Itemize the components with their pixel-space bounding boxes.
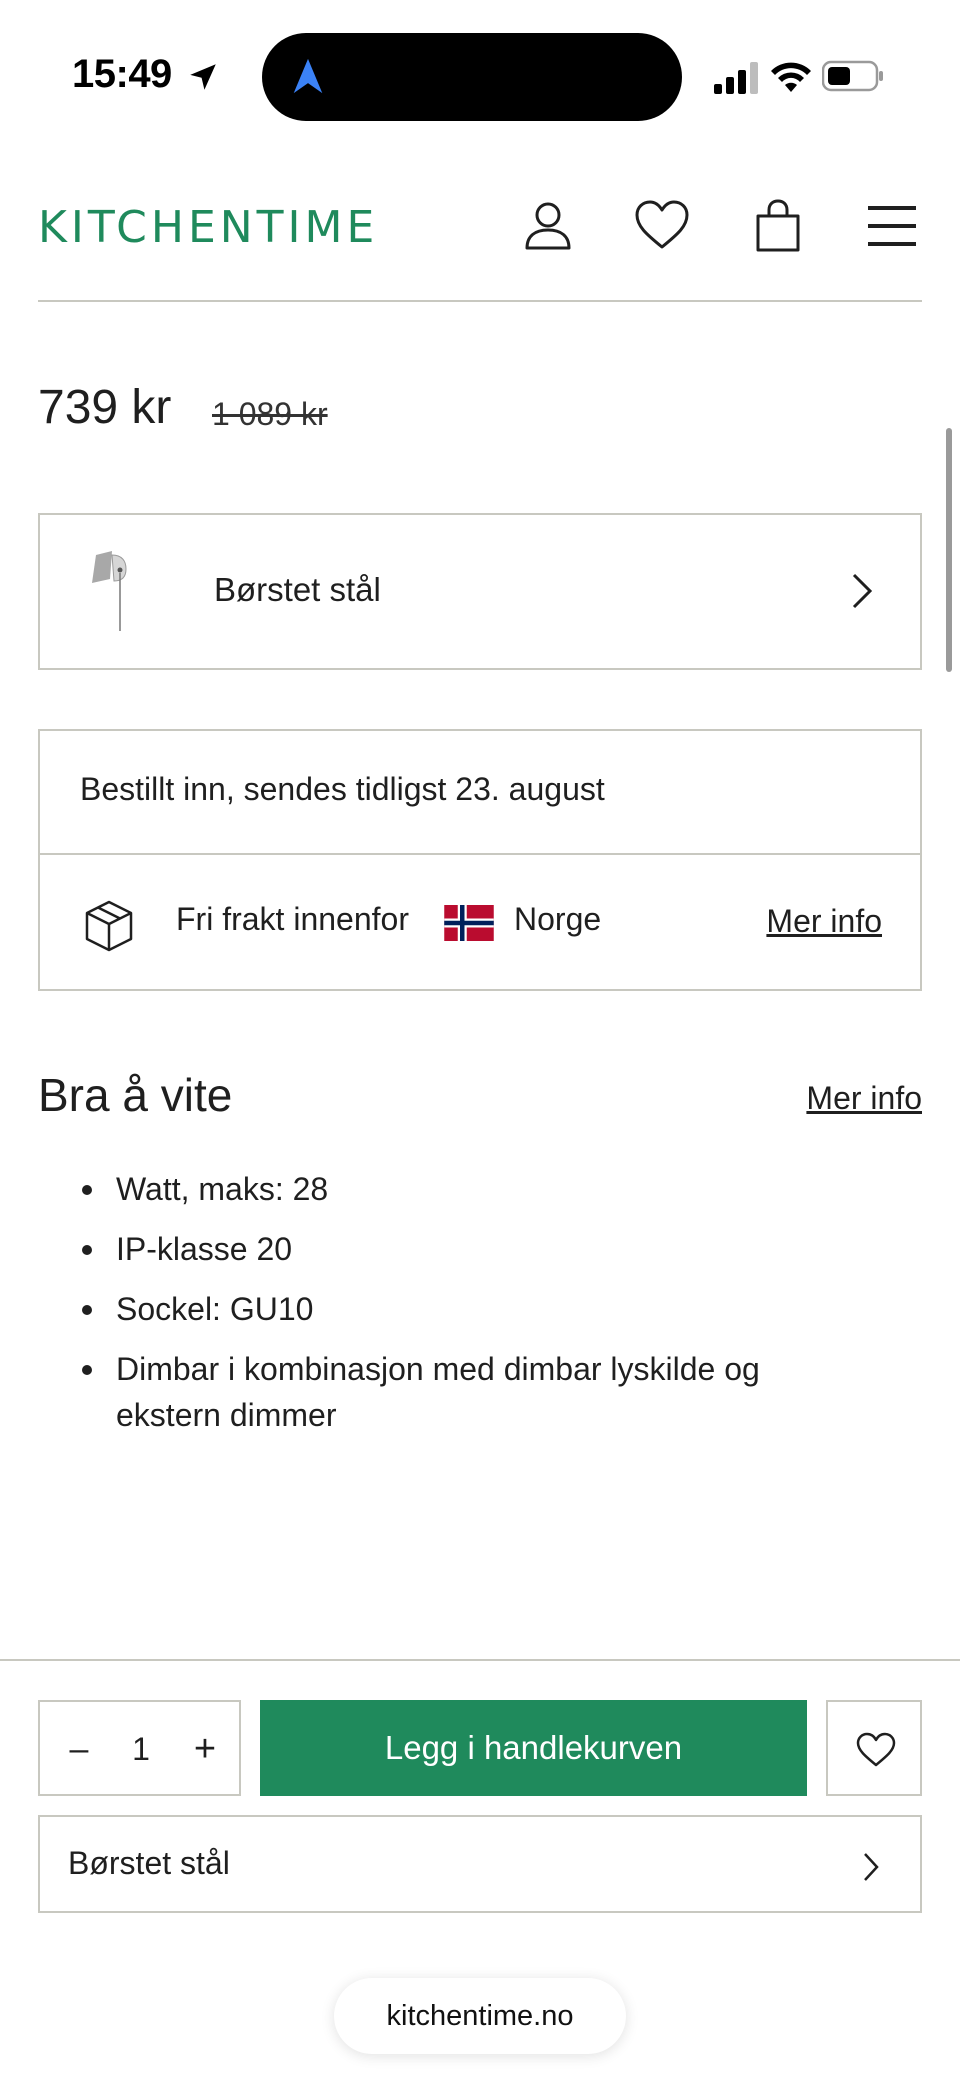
status-time: 15:49 — [72, 52, 172, 96]
package-icon — [85, 900, 133, 952]
current-price: 739 kr — [38, 381, 172, 434]
feature-item: Dimbar i kombinasjon med dimbar lyskilde… — [82, 1346, 862, 1438]
shopping-bag-icon[interactable] — [750, 198, 806, 254]
wall-lamp-thumbnail — [92, 551, 127, 631]
sticky-variant-selector[interactable]: Børstet stål — [38, 1815, 922, 1913]
status-bar: 15:49 — [0, 0, 960, 150]
decrease-quantity-button[interactable]: – — [54, 1722, 104, 1776]
scrollbar[interactable] — [946, 428, 952, 672]
shipping-country: Norge — [514, 901, 602, 937]
quantity-stepper: – 1 + — [38, 1700, 241, 1796]
feature-item: Watt, maks: 28 — [82, 1166, 862, 1212]
good-to-know-title: Bra å vite — [38, 1069, 233, 1121]
variant-label: Børstet stål — [214, 571, 381, 608]
free-shipping-text: Fri frakt innenfor — [176, 901, 409, 937]
delivery-info: Bestillt inn, sendes tidligst 23. august… — [38, 729, 922, 991]
delivery-status: Bestillt inn, sendes tidligst 23. august — [80, 771, 605, 807]
navigation-arrow-icon — [293, 58, 323, 94]
wifi-icon — [771, 62, 811, 92]
cellular-signal-icon — [714, 62, 758, 94]
add-to-wishlist-button[interactable] — [826, 1700, 922, 1796]
feature-item: Sockel: GU10 — [82, 1286, 862, 1332]
heart-icon[interactable] — [634, 198, 690, 254]
heart-icon — [856, 1732, 896, 1767]
site-header: KITCHENTIME — [0, 180, 960, 302]
action-bar-divider — [0, 1659, 960, 1661]
chevron-right-icon — [864, 1853, 879, 1881]
user-icon[interactable] — [520, 198, 576, 254]
increase-quantity-button[interactable]: + — [180, 1722, 230, 1776]
shipping-more-info-link[interactable]: Mer info — [766, 903, 882, 940]
battery-icon — [822, 60, 883, 92]
norway-flag-icon — [444, 905, 494, 941]
variant-selector[interactable]: Børstet stål — [38, 513, 922, 670]
add-to-cart-button[interactable]: Legg i handlekurven — [260, 1700, 807, 1796]
sticky-variant-label: Børstet stål — [68, 1845, 230, 1881]
good-to-know-more-info-link[interactable]: Mer info — [806, 1080, 922, 1117]
kitchentime-logo[interactable]: KITCHENTIME — [38, 202, 378, 253]
original-price: 1 089 kr — [212, 396, 328, 432]
location-arrow-icon — [190, 64, 216, 90]
quantity-value[interactable]: 1 — [114, 1722, 168, 1776]
chevron-right-icon — [852, 573, 873, 609]
feature-list: Watt, maks: 28 IP-klasse 20 Sockel: GU10… — [82, 1166, 862, 1452]
hamburger-menu-icon[interactable] — [866, 198, 922, 254]
header-divider — [38, 300, 922, 302]
browser-url-bar[interactable]: kitchentime.no — [334, 1978, 626, 2054]
feature-item: IP-klasse 20 — [82, 1226, 862, 1272]
delivery-status-row: Bestillt inn, sendes tidligst 23. august — [40, 731, 920, 855]
